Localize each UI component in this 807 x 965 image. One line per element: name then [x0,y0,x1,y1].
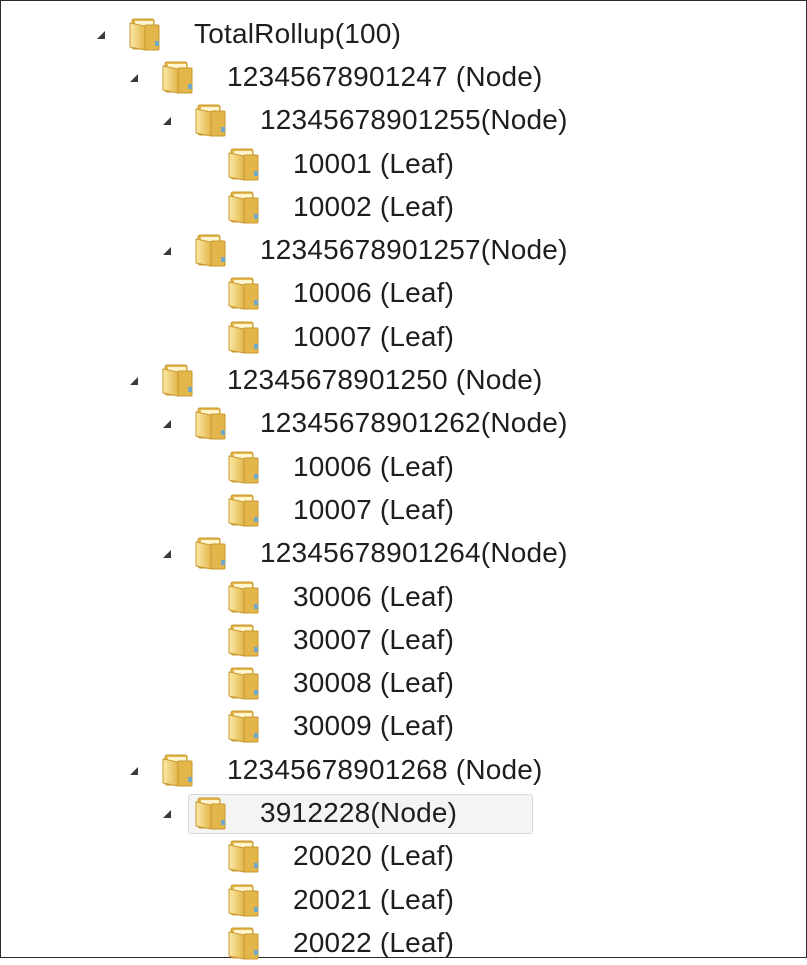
tree-item-label: 30009 (Leaf) [293,710,455,742]
tree-leaf-item[interactable]: 30009 (Leaf) [1,705,806,748]
tree-item-label: 10006 (Leaf) [293,450,455,482]
folder-icon [227,276,267,311]
expanded-arrow-icon[interactable] [163,420,171,429]
tree-item-label: 12345678901255(Node) [260,104,568,136]
expanded-arrow-icon[interactable] [97,30,105,39]
expanded-arrow-icon[interactable] [163,550,171,559]
expanded-arrow-icon[interactable] [163,117,171,126]
tree-node-item[interactable]: 3912228(Node) [1,791,806,834]
tree-view-panel: TotalRollup(100) 12345678901247 (Node) 123… [0,0,807,960]
expanded-arrow-icon[interactable] [163,247,171,256]
expanded-arrow-icon[interactable] [130,766,138,775]
tree-item-label: 20021 (Leaf) [293,883,455,915]
folder-icon [128,17,168,51]
tree-item-label: 10007 (Leaf) [293,320,455,352]
folder-icon [227,666,267,700]
folder-icon [227,926,267,960]
tree-leaf-item[interactable]: 10007 (Leaf) [1,315,806,358]
tree-leaf-item[interactable]: 10002 (Leaf) [1,185,806,228]
folder-icon [194,536,234,570]
tree-leaf-item[interactable]: 30007 (Leaf) [1,618,806,661]
folder-icon [227,147,267,181]
folder-icon [227,190,267,224]
tree-leaf-item[interactable]: 20021 (Leaf) [1,878,806,921]
folder-icon [161,363,201,397]
folder-icon [227,320,267,354]
tree-item-label: 10007 (Leaf) [293,493,455,525]
tree-node-item[interactable]: 12345678901250 (Node) [1,358,806,401]
tree-node-item[interactable]: 12345678901255(Node) [1,99,806,142]
tree-item-label: 10006 (Leaf) [293,277,455,309]
tree-node-item[interactable]: 12345678901257(Node) [1,228,806,271]
tree-node-item[interactable]: 12345678901247 (Node) [1,55,806,98]
folder-icon [161,753,201,787]
tree-item-label: 12345678901264(Node) [260,537,568,569]
tree-item-label: 12345678901247 (Node) [227,60,543,92]
folder-icon [227,493,267,527]
tree-leaf-item[interactable]: 20020 (Leaf) [1,835,806,878]
tree-leaf-item[interactable]: 30006 (Leaf) [1,575,806,618]
tree-view[interactable]: TotalRollup(100) 12345678901247 (Node) 123… [1,12,806,965]
tree-item-label: 20020 (Leaf) [293,840,455,872]
tree-item-label: 20022 (Leaf) [293,926,455,958]
folder-icon [194,233,234,267]
tree-item-label: 10002 (Leaf) [293,190,455,222]
tree-leaf-item[interactable]: 10006 (Leaf) [1,445,806,488]
tree-item-label: 10001 (Leaf) [293,147,455,179]
tree-leaf-item[interactable]: 10007 (Leaf) [1,488,806,531]
expanded-arrow-icon[interactable] [163,809,171,818]
folder-icon [227,883,267,917]
tree-item-label: 12345678901257(Node) [260,234,568,266]
tree-item-label: 12345678901250 (Node) [227,364,543,396]
tree-item-label: 30008 (Leaf) [293,667,455,699]
folder-icon [194,406,234,440]
folder-icon [194,103,234,137]
folder-icon [227,623,267,657]
expanded-arrow-icon[interactable] [130,73,138,82]
tree-node-item[interactable]: TotalRollup(100) [1,12,806,55]
tree-node-item[interactable]: 12345678901268 (Node) [1,748,806,791]
expanded-arrow-icon[interactable] [130,377,138,386]
tree-item-label: 12345678901268 (Node) [227,753,543,785]
folder-icon [161,60,201,94]
folder-icon [227,839,267,873]
folder-icon [227,580,267,614]
tree-leaf-item[interactable]: 10006 (Leaf) [1,272,806,315]
folder-icon [227,709,267,744]
tree-item-label: TotalRollup(100) [194,17,402,49]
tree-item-label: 30007 (Leaf) [293,623,455,655]
tree-item-label: 30006 (Leaf) [293,580,455,612]
tree-item-label: 12345678901262(Node) [260,407,568,439]
tree-leaf-item[interactable]: 20022 (Leaf) [1,921,806,964]
tree-node-item[interactable]: 12345678901264(Node) [1,532,806,575]
tree-node-item[interactable]: 12345678901262(Node) [1,402,806,445]
tree-leaf-item[interactable]: 30008 (Leaf) [1,661,806,704]
tree-item-label: 3912228(Node) [260,796,458,828]
folder-icon [194,796,234,830]
tree-leaf-item[interactable]: 10001 (Leaf) [1,142,806,185]
folder-icon [227,450,267,484]
